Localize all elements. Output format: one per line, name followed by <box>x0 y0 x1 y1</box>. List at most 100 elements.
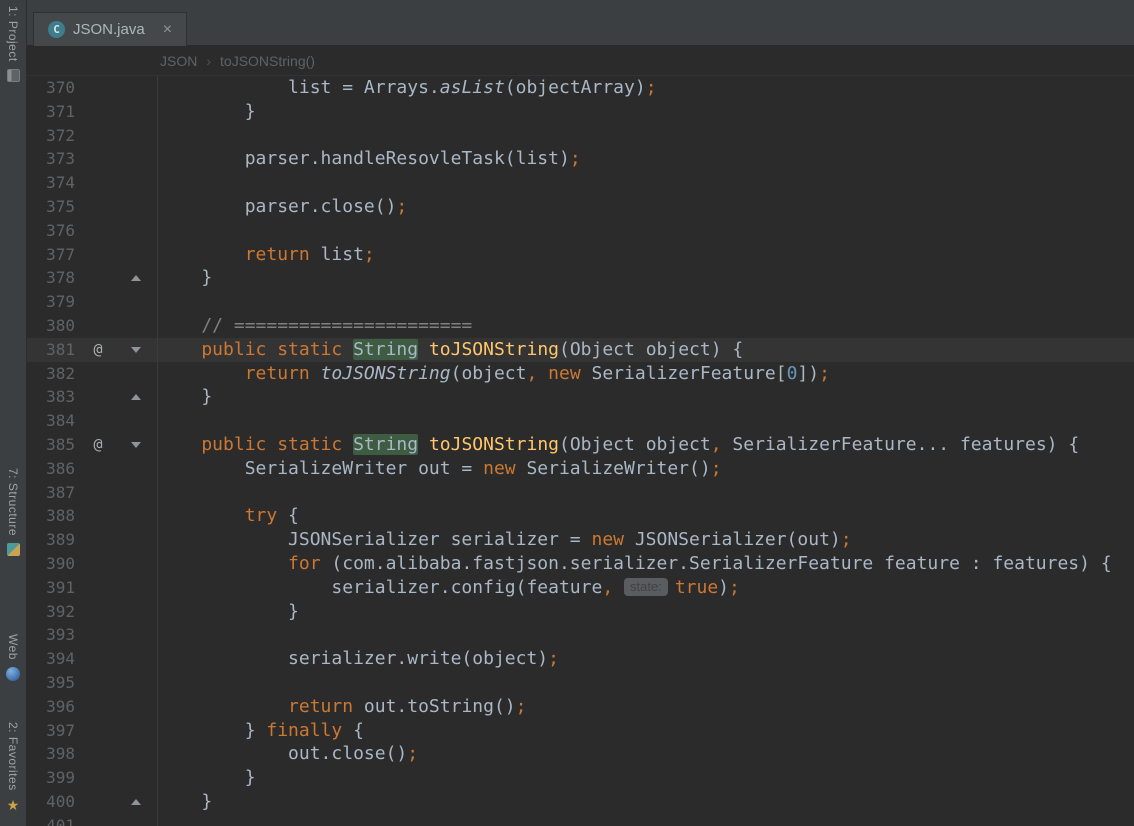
editor[interactable]: 370 list = Arrays.asList(objectArray); 37… <box>27 76 1134 826</box>
line-number[interactable]: 397 <box>27 719 75 743</box>
code-line: 391 serializer.config(feature, state: tru… <box>27 575 1134 600</box>
code-text[interactable]: } <box>158 385 212 409</box>
gutter <box>75 242 158 267</box>
line-number[interactable]: 390 <box>27 552 75 576</box>
tab-close-icon[interactable]: × <box>163 21 172 38</box>
code-line: 394 serializer.write(object); <box>27 647 1134 671</box>
line-number[interactable]: 391 <box>27 576 75 600</box>
line-number[interactable]: 389 <box>27 528 75 552</box>
code-text[interactable]: public static String toJSONString(Object… <box>158 433 1079 457</box>
line-number[interactable]: 395 <box>27 671 75 695</box>
structure-icon <box>6 543 20 557</box>
code-text[interactable]: try { <box>158 504 299 528</box>
code-text[interactable]: serializer.write(object); <box>158 647 559 671</box>
line-number[interactable]: 380 <box>27 314 75 338</box>
gutter <box>75 171 158 195</box>
code-text[interactable]: } <box>158 790 212 814</box>
code-text[interactable]: } <box>158 266 212 290</box>
line-number[interactable]: 370 <box>27 76 75 100</box>
breadcrumb-class[interactable]: JSON <box>160 53 197 69</box>
line-number[interactable]: 378 <box>27 266 75 290</box>
line-number[interactable]: 377 <box>27 243 75 267</box>
line-number[interactable]: 374 <box>27 171 75 195</box>
code-text[interactable]: out.close(); <box>158 742 418 766</box>
tool-button-structure[interactable]: 7: Structure <box>0 468 26 557</box>
code-line: 392 } <box>27 599 1134 624</box>
code-text[interactable]: parser.close(); <box>158 195 408 219</box>
code-line: 387 <box>27 480 1134 505</box>
tab-json-java[interactable]: C JSON.java × <box>33 12 188 46</box>
code-line: 377 return list; <box>27 242 1134 267</box>
code-line: 378 } <box>27 266 1134 291</box>
code-line: 395 <box>27 670 1134 695</box>
line-number[interactable]: 376 <box>27 219 75 243</box>
line-number[interactable]: 372 <box>27 124 75 148</box>
code-line: 374 <box>27 171 1134 195</box>
line-number[interactable]: 382 <box>27 362 75 386</box>
fold-collapse-icon[interactable] <box>131 346 141 353</box>
tool-button-structure-label: 7: Structure <box>6 468 20 537</box>
gutter <box>75 313 158 338</box>
code-line: 375 parser.close(); <box>27 194 1134 219</box>
code-text[interactable]: return toJSONString(object, new Serializ… <box>158 362 830 386</box>
tool-button-project[interactable]: 1: Project <box>0 6 26 82</box>
code-text[interactable]: } <box>158 100 256 124</box>
tool-button-web-label: Web <box>6 634 20 660</box>
code-line: 388 try { <box>27 504 1134 529</box>
fold-expand-icon[interactable] <box>131 275 141 282</box>
line-number[interactable]: 373 <box>27 147 75 171</box>
line-number[interactable]: 384 <box>27 409 75 433</box>
tool-button-favorites[interactable]: 2: Favorites <box>0 722 26 813</box>
gutter <box>75 147 158 172</box>
code-text[interactable]: SerializeWriter out = new SerializeWrite… <box>158 457 722 481</box>
gutter <box>75 647 158 671</box>
fold-slot <box>121 798 151 805</box>
line-number[interactable]: 396 <box>27 695 75 719</box>
line-number[interactable]: 379 <box>27 290 75 314</box>
line-number[interactable]: 375 <box>27 195 75 219</box>
code-text[interactable]: return list; <box>158 243 375 267</box>
line-number[interactable]: 392 <box>27 600 75 624</box>
fold-expand-icon[interactable] <box>131 394 141 401</box>
line-number[interactable]: 399 <box>27 766 75 790</box>
code-text[interactable]: // ====================== <box>158 314 472 338</box>
gutter <box>75 599 158 624</box>
code-text[interactable]: parser.handleResovleTask(list); <box>158 147 581 171</box>
code-line: 381 @ public static String toJSONString(O… <box>27 337 1134 362</box>
fold-collapse-icon[interactable] <box>131 441 141 448</box>
code-text[interactable]: JSONSerializer serializer = new JSONSeri… <box>158 528 852 552</box>
fold-expand-icon[interactable] <box>131 798 141 805</box>
highlighted-identifier: String <box>353 338 419 360</box>
gutter <box>75 528 158 552</box>
line-number[interactable]: 398 <box>27 742 75 766</box>
line-number[interactable]: 393 <box>27 623 75 647</box>
line-number[interactable]: 371 <box>27 100 75 124</box>
code-text[interactable]: public static String toJSONString(Object… <box>158 338 743 362</box>
line-number[interactable]: 385 <box>27 433 75 457</box>
line-number[interactable]: 400 <box>27 790 75 814</box>
code-text[interactable]: } finally { <box>158 719 364 743</box>
code-line: 376 <box>27 218 1134 243</box>
code-line: 382 return toJSONString(object, new Seri… <box>27 361 1134 386</box>
code-text[interactable]: serializer.config(feature, state: true); <box>158 576 739 600</box>
code-line: 393 <box>27 623 1134 648</box>
code-line: 370 list = Arrays.asList(objectArray); <box>27 76 1134 100</box>
code-text[interactable]: } <box>158 766 256 790</box>
code-text[interactable]: list = Arrays.asList(objectArray); <box>158 76 657 100</box>
code-text[interactable]: return out.toString(); <box>158 695 526 719</box>
breadcrumb-method[interactable]: toJSONString() <box>220 53 315 69</box>
gutter <box>75 694 158 719</box>
line-number[interactable]: 387 <box>27 481 75 505</box>
line-number[interactable]: 381 <box>27 338 75 362</box>
code-line: 379 <box>27 290 1134 314</box>
code-text[interactable]: } <box>158 600 299 624</box>
code-text[interactable]: for (com.alibaba.fastjson.serializer.Ser… <box>158 552 1112 576</box>
line-number[interactable]: 388 <box>27 504 75 528</box>
line-number[interactable]: 394 <box>27 647 75 671</box>
tool-button-web[interactable]: Web <box>0 634 26 681</box>
line-number[interactable]: 386 <box>27 457 75 481</box>
code-line: 398 out.close(); <box>27 742 1134 767</box>
line-number[interactable]: 401 <box>27 814 75 826</box>
code-line: 390 for (com.alibaba.fastjson.serializer… <box>27 551 1134 576</box>
line-number[interactable]: 383 <box>27 385 75 409</box>
